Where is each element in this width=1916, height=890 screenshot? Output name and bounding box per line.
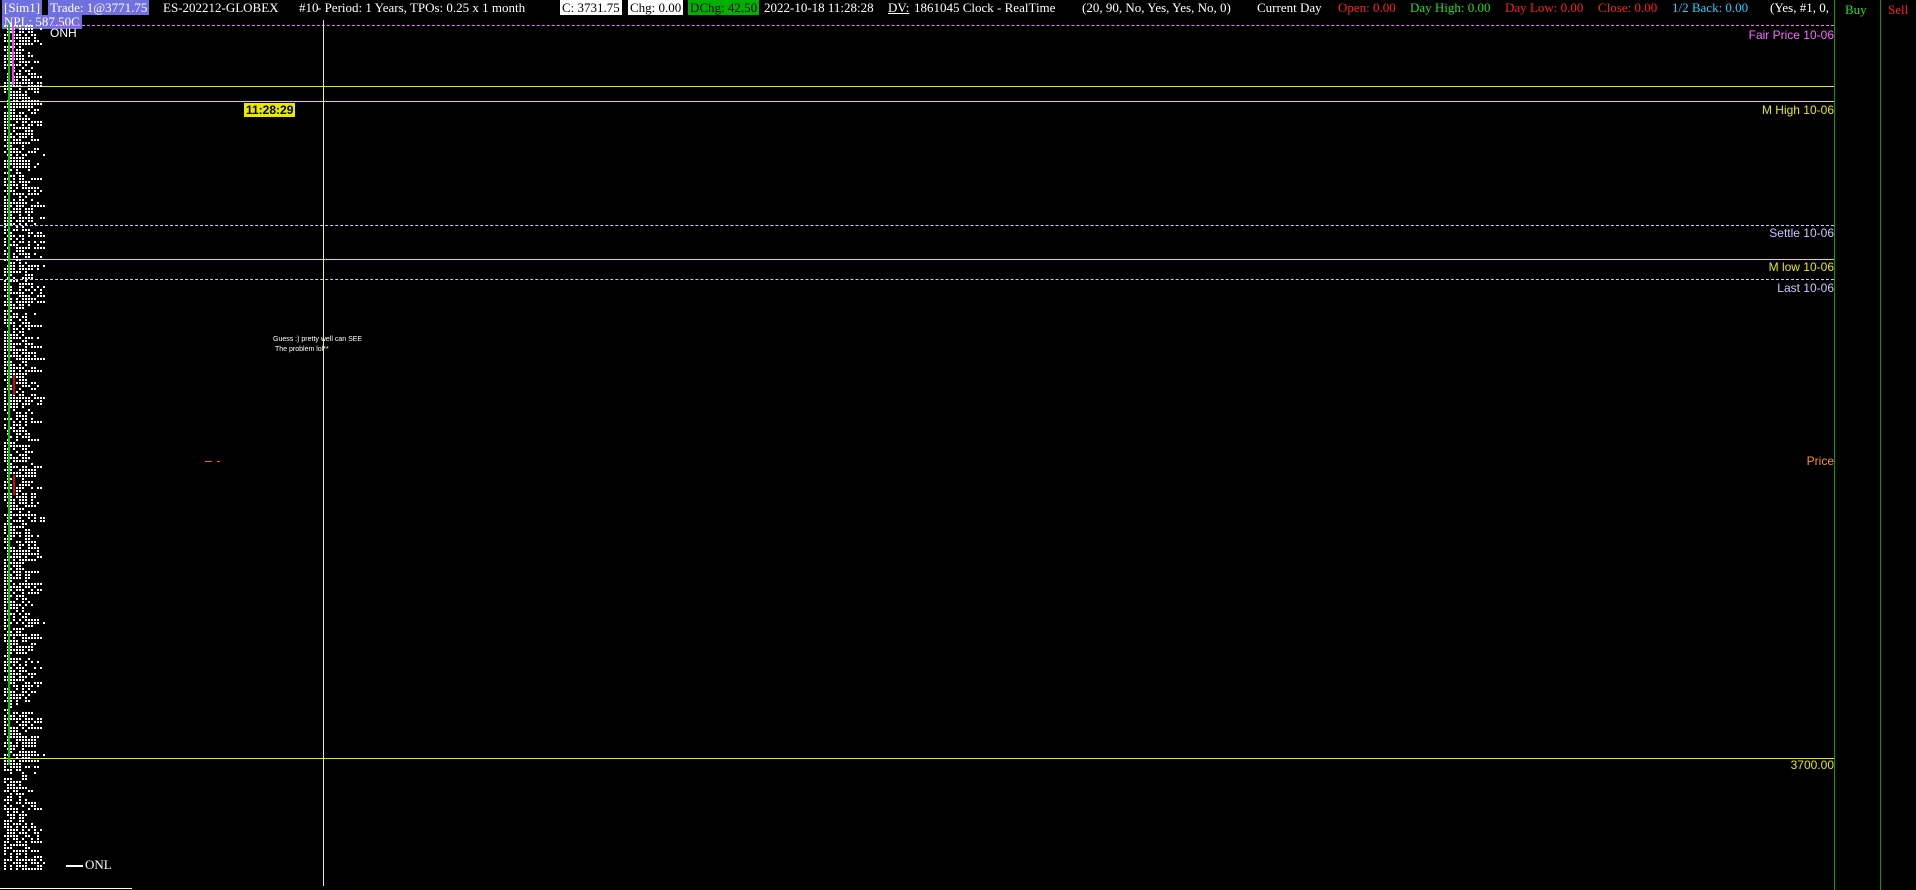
price-3700-label: 3700.00 [1790, 758, 1834, 772]
half-back-value: 1/2 Back: 0.00 [1672, 0, 1749, 15]
account-badge[interactable]: [Sim1] [2, 0, 43, 15]
sell-panel[interactable] [1880, 0, 1915, 890]
current-price-box: C: 3731.75 [560, 0, 622, 15]
change-box: Chg: 0.00 [628, 0, 684, 15]
tpo-profile [4, 25, 45, 870]
settle-label: Settle 10-06 [1769, 226, 1834, 240]
dchange-box: DChg: 42.50 [688, 0, 760, 15]
settle-line [0, 225, 1834, 226]
upper-yellow-line [0, 86, 1834, 87]
chart-number: #10 [299, 0, 319, 15]
day-low-value: Day Low: 0.00 [1505, 0, 1584, 15]
onh-label: ONH [50, 26, 77, 40]
last-line [0, 279, 1834, 280]
chart-params: (20, 90, No, Yes, Yes, No, 0) [1082, 0, 1231, 15]
close-value: Close: 0.00 [1598, 0, 1658, 15]
time-cursor-line[interactable] [323, 20, 324, 886]
price-marker-tick [217, 461, 220, 462]
period-label: - Period: 1 Years, TPOs: 0.25 x 1 month [317, 0, 526, 15]
chart-annotation-line2[interactable]: The problem lol** [275, 346, 329, 353]
m-low-label: M low 10-06 [1768, 260, 1834, 274]
trade-info: Trade: 1@3771.75 [48, 0, 150, 15]
buy-panel[interactable] [1834, 0, 1881, 890]
price-3700-line [0, 758, 1834, 759]
sell-button[interactable]: Sell [1888, 2, 1908, 18]
datetime-label: 2022-10-18 11:28:28 [764, 0, 874, 15]
fair-price-label: Fair Price 10-06 [1748, 28, 1834, 42]
chart-header: [Sim1] Trade: 1@3771.75 ES-202212-GLOBEX… [0, 0, 1916, 15]
day-high-value: Day High: 0.00 [1410, 0, 1491, 15]
onl-label: ONL [85, 857, 112, 872]
bottom-line [0, 888, 132, 889]
current-day-label: Current Day [1257, 0, 1322, 15]
open-value: Open: 0.00 [1338, 0, 1396, 15]
m-high-label: M High 10-06 [1761, 103, 1834, 117]
m-high-line [0, 101, 1834, 102]
price-label: Price [1806, 454, 1834, 468]
dv-value: 1861045 Clock - RealTime [914, 0, 1056, 15]
chart-annotation-line1[interactable]: Guess :) pretty well can SEE [273, 336, 362, 343]
dv-label: DV: [888, 0, 910, 15]
price-marker [205, 461, 212, 462]
header-tail: (Yes, #1, 0, [1770, 0, 1829, 15]
time-cursor-label: 11:28:29 [244, 103, 296, 117]
last-label: Last 10-06 [1777, 281, 1834, 295]
symbol-label: ES-202212-GLOBEX [163, 0, 279, 15]
m-low-line [0, 259, 1834, 260]
buy-button[interactable]: Buy [1845, 2, 1867, 18]
onl-marker-icon [66, 865, 83, 867]
onh-dashed-line [52, 25, 1834, 26]
